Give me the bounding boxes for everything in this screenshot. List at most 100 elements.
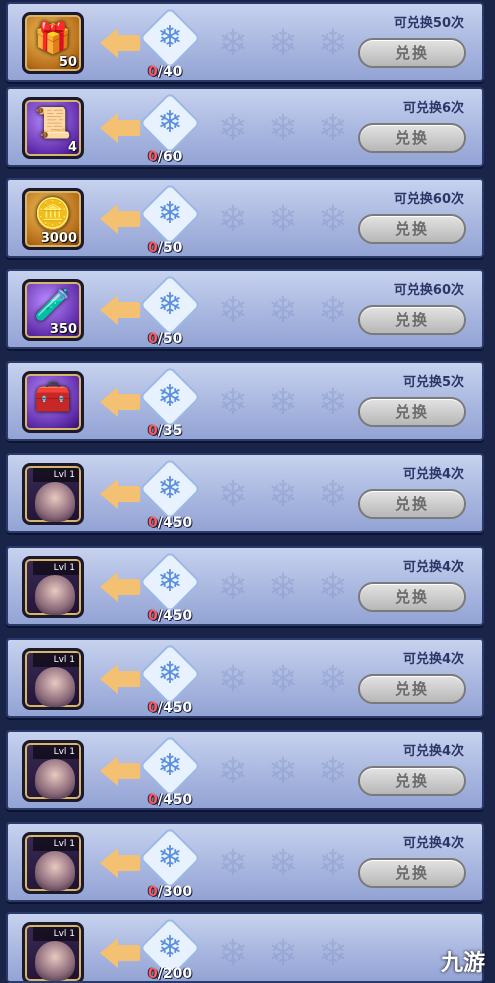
reward-item-icon[interactable]: 🧰 [22, 371, 84, 433]
snowflake-star-icon: ❄ [138, 642, 202, 706]
cost-count: 0/35 [148, 423, 183, 439]
arrow-left-icon [100, 204, 142, 234]
hero-level-label: Lvl 1 [33, 745, 79, 759]
snowflake-star-icon: ❄ [138, 182, 202, 246]
exchange-button[interactable]: 兑换 [358, 489, 466, 519]
exchange-limit-text: 可兑换60次 [393, 192, 464, 207]
reward-item-icon[interactable]: Lvl 1 [22, 556, 84, 618]
reward-item-icon[interactable]: 📜 4 [22, 97, 84, 159]
row-pattern: ❄ ❄ ❄ [217, 474, 349, 515]
gold-coin-pile-icon: 🪙 [34, 197, 72, 232]
arrow-left-icon [100, 572, 142, 602]
exchange-row: ❄ ❄ ❄ 🧪 350 ❄ 0/50 可兑换60次 兑换 [6, 269, 484, 349]
exchange-button[interactable]: 兑换 [358, 397, 466, 427]
cost-count: 0/40 [148, 64, 183, 80]
exchange-limit-text: 可兑换4次 [402, 560, 464, 575]
exchange-limit-text: 可兑换6次 [402, 101, 464, 116]
exchange-limit-text: 可兑换4次 [402, 467, 464, 482]
snowflake-star-icon: ❄ [138, 826, 202, 890]
cost-count: 0/450 [148, 608, 193, 624]
exchange-list: ❄ ❄ ❄ 🎁 50 ❄ 0/40 可兑换50次 兑换 ❄ ❄ ❄ 📜 4 ❄ 0/60… [0, 0, 495, 983]
arrow-left-icon [100, 938, 142, 968]
exchange-limit-text: 可兑换60次 [393, 283, 464, 298]
cost-count: 0/300 [148, 884, 193, 900]
snowflake-star-icon: ❄ [138, 734, 202, 798]
potion-bottle-icon: 🧪 [34, 288, 72, 323]
reward-item-icon[interactable]: Lvl 1 [22, 648, 84, 710]
hero-portrait-icon [35, 575, 75, 615]
row-pattern: ❄ ❄ ❄ [217, 933, 349, 974]
snowflake-star-icon: ❄ [138, 6, 202, 70]
exchange-button[interactable]: 兑换 [358, 766, 466, 796]
row-pattern: ❄ ❄ ❄ [217, 199, 349, 240]
exchange-row: ❄ ❄ ❄ 📜 4 ❄ 0/60 可兑换6次 兑换 [6, 87, 484, 167]
row-pattern: ❄ ❄ ❄ [217, 108, 349, 149]
cost-count: 0/450 [148, 700, 193, 716]
arrow-left-icon [100, 756, 142, 786]
watermark-logo: 九游 [440, 951, 485, 976]
snowflake-star-icon: ❄ [138, 365, 202, 429]
reward-item-icon[interactable]: 🪙 3000 [22, 188, 84, 250]
cost-count: 0/200 [148, 966, 193, 982]
row-pattern: ❄ ❄ ❄ [217, 290, 349, 331]
exchange-button[interactable]: 兑换 [358, 858, 466, 888]
hero-level-label: Lvl 1 [33, 927, 79, 941]
reward-quantity: 350 [49, 322, 77, 337]
exchange-button[interactable]: 兑换 [358, 305, 466, 335]
reward-quantity: 50 [58, 55, 77, 70]
golden-chest-item-icon: 🎁 [34, 21, 72, 56]
exchange-button[interactable]: 兑换 [358, 214, 466, 244]
hero-level-label: Lvl 1 [33, 837, 79, 851]
cost-count: 0/450 [148, 515, 193, 531]
hero-portrait-icon [35, 482, 75, 522]
treasure-chest-icon: 🧰 [34, 380, 72, 415]
row-pattern: ❄ ❄ ❄ [217, 567, 349, 608]
snowflake-star-icon: ❄ [138, 550, 202, 614]
cost-count: 0/60 [148, 149, 183, 165]
arrow-left-icon [100, 664, 142, 694]
reward-item-icon[interactable]: 🧪 350 [22, 279, 84, 341]
row-pattern: ❄ ❄ ❄ [217, 23, 349, 64]
purple-scroll-icon: 📜 [34, 106, 72, 141]
exchange-button[interactable]: 兑换 [358, 582, 466, 612]
row-pattern: ❄ ❄ ❄ [217, 382, 349, 423]
exchange-row: ❄ ❄ ❄ 🎁 50 ❄ 0/40 可兑换50次 兑换 [6, 2, 484, 82]
exchange-row: ❄ ❄ ❄ Lvl 1 ❄ 0/450 可兑换4次 兑换 [6, 453, 484, 533]
snowflake-star-icon: ❄ [138, 91, 202, 155]
exchange-row: ❄ ❄ ❄ Lvl 1 ❄ 0/300 可兑换4次 兑换 [6, 822, 484, 902]
exchange-row: ❄ ❄ ❄ 🧰 ❄ 0/35 可兑换5次 兑换 [6, 361, 484, 441]
exchange-row: ❄ ❄ ❄ Lvl 1 ❄ 0/450 可兑换4次 兑换 [6, 730, 484, 810]
reward-item-icon[interactable]: 🎁 50 [22, 12, 84, 74]
exchange-limit-text: 可兑换5次 [402, 375, 464, 390]
row-pattern: ❄ ❄ ❄ [217, 659, 349, 700]
row-pattern: ❄ ❄ ❄ [217, 843, 349, 884]
reward-item-icon[interactable]: Lvl 1 [22, 832, 84, 894]
snowflake-star-icon: ❄ [138, 273, 202, 337]
reward-item-icon[interactable]: Lvl 1 [22, 922, 84, 981]
hero-level-label: Lvl 1 [33, 468, 79, 482]
hero-portrait-icon [35, 851, 75, 891]
exchange-row: ❄ ❄ ❄ Lvl 1 ❄ 0/450 可兑换4次 兑换 [6, 546, 484, 626]
exchange-limit-text: 可兑换50次 [393, 16, 464, 31]
cost-count: 0/450 [148, 792, 193, 808]
arrow-left-icon [100, 387, 142, 417]
snowflake-star-icon: ❄ [138, 457, 202, 521]
hero-portrait-icon [35, 941, 75, 981]
exchange-row: ❄ ❄ ❄ Lvl 1 ❄ 0/450 可兑换4次 兑换 [6, 638, 484, 718]
exchange-button[interactable]: 兑换 [358, 674, 466, 704]
hero-level-label: Lvl 1 [33, 561, 79, 575]
arrow-left-icon [100, 113, 142, 143]
hero-portrait-icon [35, 667, 75, 707]
reward-item-icon[interactable]: Lvl 1 [22, 463, 84, 525]
exchange-button[interactable]: 兑换 [358, 123, 466, 153]
reward-item-icon[interactable]: Lvl 1 [22, 740, 84, 802]
exchange-button[interactable]: 兑换 [358, 38, 466, 68]
exchange-row: ❄ ❄ ❄ 🪙 3000 ❄ 0/50 可兑换60次 兑换 [6, 178, 484, 258]
arrow-left-icon [100, 28, 142, 58]
hero-portrait-icon [35, 759, 75, 799]
arrow-left-icon [100, 295, 142, 325]
row-pattern: ❄ ❄ ❄ [217, 751, 349, 792]
exchange-limit-text: 可兑换4次 [402, 744, 464, 759]
arrow-left-icon [100, 848, 142, 878]
hero-level-label: Lvl 1 [33, 653, 79, 667]
